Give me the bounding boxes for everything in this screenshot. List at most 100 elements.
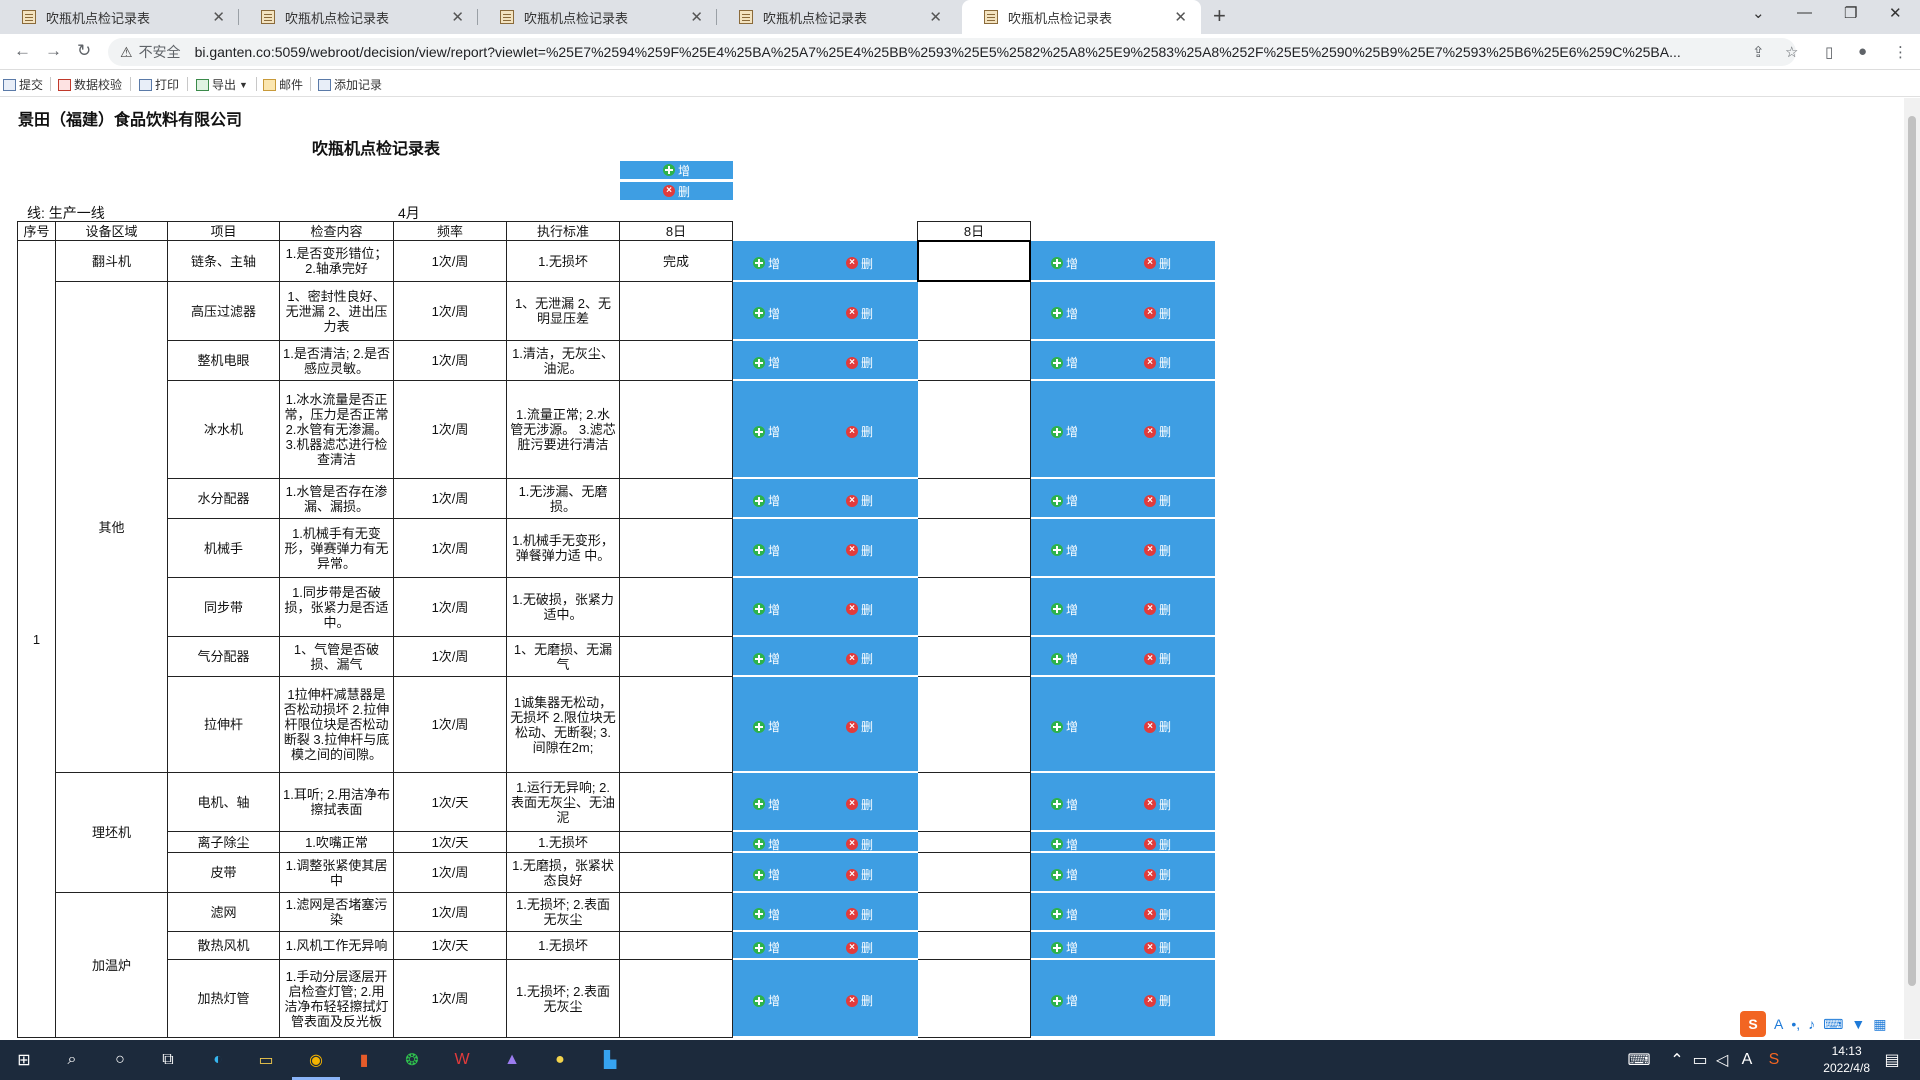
row-delete-button[interactable]: × 删 bbox=[846, 718, 873, 735]
row-add-button[interactable]: 增 bbox=[753, 650, 780, 667]
row-add-button[interactable]: 增 bbox=[753, 718, 780, 735]
row-add-button[interactable]: 增 bbox=[753, 992, 780, 1009]
print-button[interactable]: 打印 bbox=[139, 76, 179, 93]
row-delete-button[interactable]: × 删 bbox=[846, 906, 873, 923]
keyboard-icon[interactable]: ⌨ bbox=[1627, 1048, 1651, 1072]
notification-icon[interactable]: ▤ bbox=[1880, 1048, 1904, 1072]
row-add-button[interactable]: 增 bbox=[1051, 906, 1078, 923]
vertical-scrollbar[interactable] bbox=[1904, 98, 1920, 1039]
validate-button[interactable]: 数据校验 bbox=[58, 76, 122, 93]
ime-toolbar[interactable]: S A •, ♪ ⌨ ▼ ▦ bbox=[1740, 1010, 1904, 1038]
row-delete-button[interactable]: × 删 bbox=[846, 492, 873, 509]
task-view-icon[interactable]: ⧉ bbox=[156, 1048, 180, 1072]
ime-mode-icon[interactable]: A bbox=[1774, 1016, 1783, 1032]
close-tab-icon[interactable]: ✕ bbox=[451, 8, 464, 26]
row-add-button[interactable]: 增 bbox=[1051, 601, 1078, 618]
close-tab-icon[interactable]: ✕ bbox=[690, 8, 703, 26]
browser-tab-3[interactable]: 吹瓶机点检记录表 ✕ bbox=[478, 0, 717, 34]
row-delete-button[interactable]: × 删 bbox=[846, 601, 873, 618]
menu-kebab-icon[interactable]: ⋮ bbox=[1893, 43, 1908, 61]
row-add-button[interactable]: 增 bbox=[753, 939, 780, 956]
add-record-button[interactable]: 添加记录 bbox=[318, 76, 382, 93]
row-add-button[interactable]: 增 bbox=[753, 906, 780, 923]
row-add-button[interactable]: 增 bbox=[1051, 796, 1078, 813]
chrome-browser-icon[interactable]: ◉ bbox=[292, 1048, 340, 1080]
row-delete-button[interactable]: × 删 bbox=[846, 866, 873, 883]
row-delete-button[interactable]: × 删 bbox=[846, 650, 873, 667]
row-delete-button[interactable]: × 删 bbox=[1144, 836, 1171, 853]
row-add-button[interactable]: 增 bbox=[1051, 492, 1078, 509]
row-delete-button[interactable]: × 删 bbox=[1144, 601, 1171, 618]
forward-icon[interactable]: → bbox=[45, 41, 62, 61]
row-add-button[interactable]: 增 bbox=[753, 542, 780, 559]
row-delete-button[interactable]: × 删 bbox=[846, 992, 873, 1009]
row-add-button[interactable]: 增 bbox=[753, 255, 780, 272]
row-delete-button[interactable]: × 删 bbox=[1144, 906, 1171, 923]
row-delete-button[interactable]: × 删 bbox=[1144, 992, 1171, 1009]
row-add-button[interactable]: 增 bbox=[753, 866, 780, 883]
row-delete-button[interactable]: × 删 bbox=[846, 542, 873, 559]
row-delete-button[interactable]: × 删 bbox=[1144, 650, 1171, 667]
sogou-ime-icon[interactable]: S bbox=[1740, 1011, 1766, 1037]
feishu-icon[interactable]: ▙ bbox=[598, 1048, 622, 1072]
sogou-tray-icon[interactable]: S bbox=[1762, 1048, 1786, 1072]
wps-icon[interactable]: W bbox=[450, 1048, 474, 1072]
row-add-button[interactable]: 增 bbox=[1051, 866, 1078, 883]
minimize-icon[interactable]: — bbox=[1797, 4, 1812, 21]
ime-a-icon[interactable]: A bbox=[1735, 1048, 1759, 1072]
ime-keyboard-icon[interactable]: ⌨ bbox=[1823, 1016, 1843, 1033]
scrollbar-thumb[interactable] bbox=[1908, 116, 1916, 986]
close-tab-icon[interactable]: ✕ bbox=[1174, 8, 1187, 26]
close-window-icon[interactable]: ✕ bbox=[1889, 4, 1902, 22]
row-add-button[interactable]: 增 bbox=[753, 492, 780, 509]
search-icon[interactable]: ⌕ bbox=[60, 1048, 84, 1072]
edge-browser-icon[interactable]: ◐ bbox=[206, 1048, 230, 1072]
browser-tab-1[interactable]: 吹瓶机点检记录表 ✕ bbox=[0, 0, 239, 34]
row-delete-button[interactable]: × 删 bbox=[846, 423, 873, 440]
side-panel-icon[interactable]: ▯ bbox=[1825, 43, 1833, 61]
close-tab-icon[interactable]: ✕ bbox=[929, 8, 942, 26]
windows-start-icon[interactable]: ⊞ bbox=[12, 1048, 36, 1072]
browser-tab-2[interactable]: 吹瓶机点检记录表 ✕ bbox=[239, 0, 478, 34]
row-delete-button[interactable]: × 删 bbox=[1144, 305, 1171, 322]
volume-icon[interactable]: ◁ bbox=[1710, 1048, 1734, 1072]
mail-button[interactable]: 邮件 bbox=[263, 76, 303, 93]
ime-grid-icon[interactable]: ▦ bbox=[1873, 1016, 1886, 1033]
row-delete-button[interactable]: × 删 bbox=[846, 255, 873, 272]
cortana-icon[interactable]: ○ bbox=[108, 1048, 132, 1072]
row-add-button[interactable]: 增 bbox=[753, 796, 780, 813]
ime-skin-icon[interactable]: ▼ bbox=[1851, 1016, 1865, 1032]
row-delete-button[interactable]: × 删 bbox=[1144, 542, 1171, 559]
row-delete-button[interactable]: × 删 bbox=[1144, 423, 1171, 440]
selected-cell[interactable] bbox=[917, 240, 1031, 282]
office-icon[interactable]: ▮ bbox=[352, 1048, 376, 1072]
share-icon[interactable]: ⇪ bbox=[1752, 43, 1765, 61]
row-add-button[interactable]: 增 bbox=[753, 836, 780, 853]
row-add-button[interactable]: 增 bbox=[1051, 650, 1078, 667]
browser-tab-5-active[interactable]: 吹瓶机点检记录表 ✕ bbox=[962, 0, 1201, 34]
close-tab-icon[interactable]: ✕ bbox=[212, 8, 225, 26]
restore-icon[interactable]: ❐ bbox=[1844, 4, 1857, 22]
row-delete-button[interactable]: × 删 bbox=[1144, 255, 1171, 272]
ime-punct-icon[interactable]: •, bbox=[1791, 1016, 1800, 1032]
reload-icon[interactable]: ↻ bbox=[77, 41, 91, 61]
tab-search-icon[interactable]: ⌄ bbox=[1752, 4, 1765, 22]
row-add-button[interactable]: 增 bbox=[1051, 542, 1078, 559]
row-add-button[interactable]: 增 bbox=[753, 305, 780, 322]
row-delete-button[interactable]: × 删 bbox=[1144, 866, 1171, 883]
new-tab-icon[interactable]: + bbox=[1213, 3, 1226, 29]
row-delete-button[interactable]: × 删 bbox=[1144, 796, 1171, 813]
row-add-button[interactable]: 增 bbox=[1051, 305, 1078, 322]
row-add-button[interactable]: 增 bbox=[1051, 423, 1078, 440]
top-add-button[interactable]: 增 bbox=[620, 161, 733, 179]
row-add-button[interactable]: 增 bbox=[1051, 255, 1078, 272]
insecure-label[interactable]: 不安全 bbox=[139, 42, 181, 62]
warning-icon[interactable]: ⚠ bbox=[120, 44, 133, 61]
row-add-button[interactable]: 增 bbox=[753, 423, 780, 440]
row-add-button[interactable]: 增 bbox=[753, 354, 780, 371]
row-add-button[interactable]: 增 bbox=[753, 601, 780, 618]
url-omnibox[interactable]: ⚠ 不安全 bi.ganten.co:5059/webroot/decision… bbox=[108, 38, 1796, 66]
row-add-button[interactable]: 增 bbox=[1051, 718, 1078, 735]
row-delete-button[interactable]: × 删 bbox=[846, 836, 873, 853]
row-delete-button[interactable]: × 删 bbox=[846, 354, 873, 371]
